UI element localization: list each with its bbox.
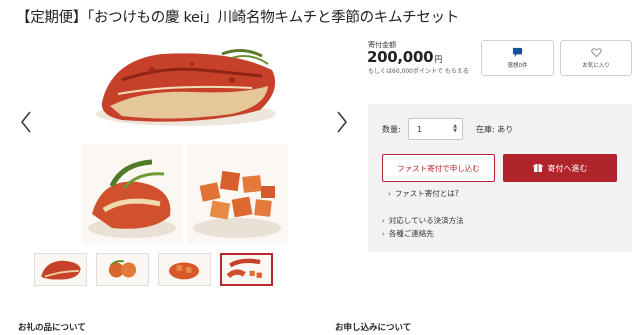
thumbnail-strip xyxy=(34,253,273,286)
gallery-prev-button[interactable] xyxy=(18,110,34,134)
quantity-label: 数量: xyxy=(382,125,401,134)
gift-box-icon xyxy=(533,163,542,172)
thanks-label: 感想0件 xyxy=(507,63,528,69)
chevron-left-icon xyxy=(21,111,31,133)
donate-button-label: 寄付へ進む xyxy=(547,163,588,173)
favorite-button[interactable]: お気に入り xyxy=(560,40,632,76)
thumbnail-3[interactable] xyxy=(158,253,211,286)
gift-section-heading: お礼の品について xyxy=(18,323,86,333)
kimchi-cabbage-photo xyxy=(82,40,288,140)
quantity-value: 1 xyxy=(417,124,423,134)
gallery-next-button[interactable] xyxy=(334,110,350,134)
thumbnail-2[interactable] xyxy=(96,253,149,286)
contact-info-link[interactable]: › 各種ご連絡先 xyxy=(382,228,434,239)
order-panel: 数量: 1 ▲ ▼ 在庫: あり ファスト寄付で申し込む 寄付へ進む › ファスト寄… xyxy=(368,104,632,252)
chevron-right-icon: › xyxy=(382,230,385,238)
payment-methods-link[interactable]: › 対応している決済方法 xyxy=(382,215,464,226)
quantity-select[interactable]: 1 ▲ ▼ xyxy=(408,118,463,140)
thanks-reviews-button[interactable]: 感想0件 xyxy=(481,40,554,76)
favorite-label: お気に入り xyxy=(582,63,610,69)
kimchi-plate-photo xyxy=(82,144,183,244)
price-unit: 円 xyxy=(434,55,442,64)
stepper-arrows-icon: ▲ ▼ xyxy=(453,123,457,134)
fast-donate-button[interactable]: ファスト寄付で申し込む xyxy=(382,154,495,182)
apply-section-heading: お申し込みについて xyxy=(335,323,412,333)
kkakdugi-radish-photo xyxy=(187,144,288,244)
points-note: もしくは60,000ポイントで もらえる xyxy=(368,68,469,75)
fast-donate-info-link[interactable]: › ファスト寄付とは? xyxy=(388,188,459,199)
main-product-image xyxy=(82,40,288,244)
thumbnail-1[interactable] xyxy=(34,253,87,286)
speech-bubble-icon xyxy=(512,47,523,58)
heart-icon xyxy=(590,48,602,58)
donate-button[interactable]: 寄付へ進む xyxy=(503,154,617,182)
thumbnail-4-selected[interactable] xyxy=(220,253,273,286)
chevron-right-icon xyxy=(337,111,347,133)
chevron-right-icon: › xyxy=(382,217,385,225)
chevron-right-icon: › xyxy=(388,190,391,198)
stock-status: 在庫: あり xyxy=(476,125,514,134)
price-amount: 200,000円 xyxy=(367,48,442,66)
product-title: 【定期便】「おつけもの慶 kei」川崎名物キムチと季節のキムチセット xyxy=(16,10,459,26)
